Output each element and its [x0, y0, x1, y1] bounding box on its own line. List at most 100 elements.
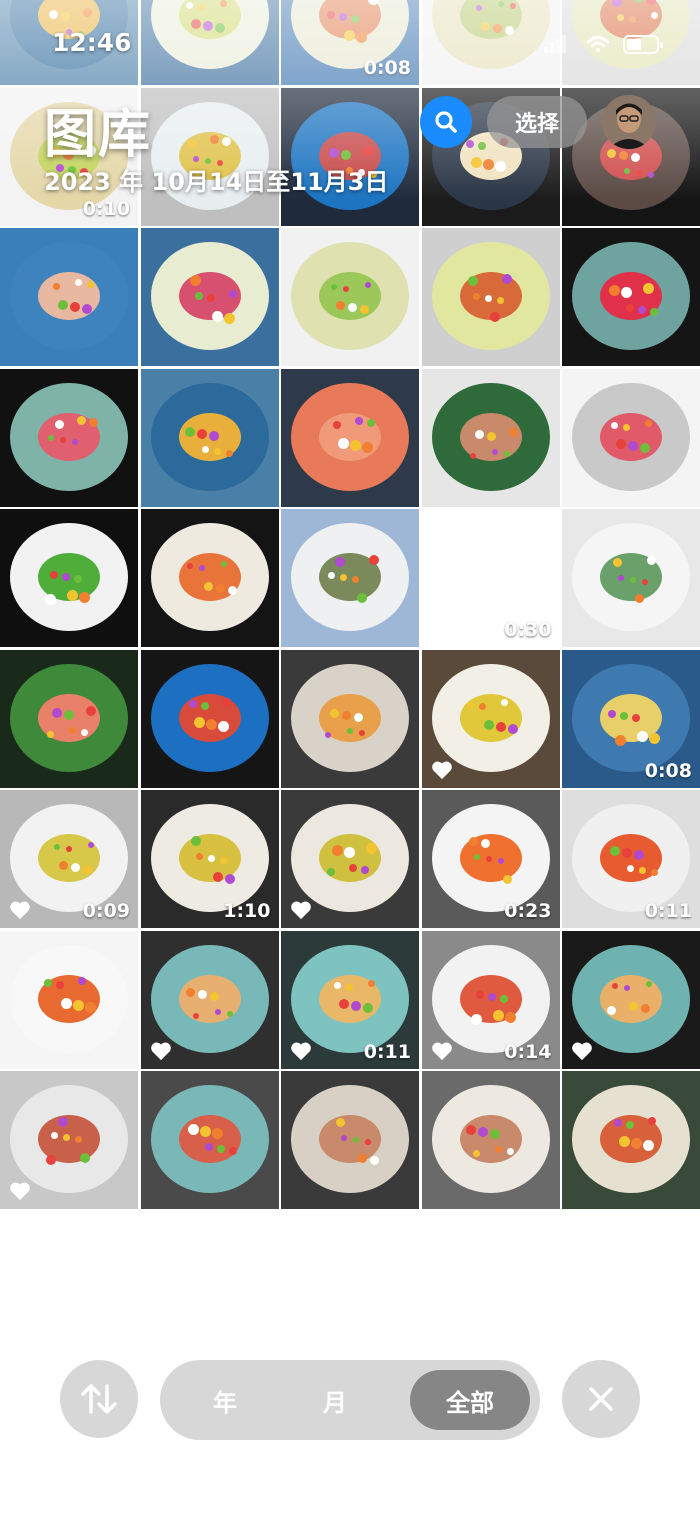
garnish [499, 994, 508, 1003]
photo-thumbnail[interactable] [281, 1071, 419, 1209]
photo-thumbnail[interactable] [562, 228, 700, 366]
garnish [620, 711, 628, 720]
garnish [197, 4, 205, 11]
photo-thumbnail[interactable]: 0:08 [562, 649, 700, 788]
search-button[interactable] [420, 96, 472, 148]
photo-thumbnail[interactable] [421, 0, 560, 85]
photo-thumbnail[interactable] [421, 1071, 560, 1209]
photo-thumbnail[interactable]: 1:10 [140, 790, 279, 928]
garnish [640, 442, 650, 453]
garnish [353, 1137, 359, 1143]
photo-thumbnail[interactable] [562, 368, 700, 507]
garnish [477, 1127, 488, 1137]
photo-thumbnail[interactable]: 0:11 [562, 790, 700, 928]
garnish [209, 991, 219, 1001]
photo-thumbnail[interactable] [0, 368, 138, 507]
garnish [187, 1124, 199, 1135]
photo-thumbnail[interactable] [421, 649, 560, 788]
garnish [83, 8, 92, 17]
garnish [192, 155, 199, 162]
garnish [205, 718, 217, 730]
garnish [354, 712, 363, 722]
garnish [465, 1125, 476, 1135]
garnish [472, 1150, 480, 1157]
sort-button[interactable] [60, 1360, 138, 1438]
photo-thumbnail[interactable] [140, 0, 279, 85]
garnish [223, 313, 235, 324]
food [459, 553, 522, 601]
segment-all[interactable]: 全部 [410, 1370, 530, 1430]
photo-thumbnail[interactable] [281, 368, 419, 507]
photo-thumbnail[interactable] [281, 649, 419, 788]
photo-thumbnail[interactable] [140, 1071, 279, 1209]
photo-thumbnail[interactable] [562, 1071, 700, 1209]
garnish [188, 699, 197, 708]
garnish [629, 1001, 638, 1011]
garnish [336, 301, 345, 310]
photo-thumbnail[interactable] [140, 368, 279, 507]
garnish [85, 1001, 96, 1013]
photo-thumbnail[interactable]: 0:14 [421, 930, 560, 1069]
close-button[interactable] [562, 1360, 640, 1438]
segment-month[interactable]: 月 [280, 1360, 390, 1440]
garnish [344, 847, 355, 858]
photo-thumbnail[interactable]: 0:09 [0, 790, 138, 928]
photo-thumbnail[interactable] [140, 649, 279, 788]
garnish [334, 981, 341, 989]
garnish [216, 1145, 225, 1153]
select-button[interactable]: 选择 [487, 96, 587, 148]
home-indicator[interactable] [227, 1489, 473, 1497]
garnish [638, 306, 646, 314]
segment-year[interactable]: 年 [170, 1360, 280, 1440]
photo-thumbnail[interactable] [140, 87, 279, 226]
garnish [617, 14, 624, 21]
photo-thumbnail[interactable] [281, 509, 419, 647]
garnish [211, 311, 223, 322]
photo-thumbnail[interactable]: 0:30 [421, 509, 560, 647]
photo-thumbnail[interactable] [0, 228, 138, 366]
photo-thumbnail[interactable] [0, 649, 138, 788]
garnish [206, 294, 215, 302]
photo-thumbnail[interactable] [140, 930, 279, 1069]
garnish [330, 708, 339, 718]
garnish [332, 845, 343, 856]
garnish [477, 141, 486, 150]
photo-thumbnail[interactable] [140, 228, 279, 366]
garnish [618, 575, 624, 581]
garnish [628, 440, 638, 451]
garnish [212, 872, 223, 882]
garnish [470, 1013, 482, 1025]
photo-thumbnail[interactable] [281, 87, 419, 226]
garnish [351, 1000, 361, 1011]
garnish [362, 441, 373, 453]
garnish [224, 874, 235, 884]
photo-thumbnail[interactable] [562, 930, 700, 1069]
photo-thumbnail[interactable] [0, 930, 138, 1069]
photo-thumbnail[interactable] [0, 1071, 138, 1209]
garnish [475, 5, 482, 11]
photo-thumbnail[interactable] [140, 509, 279, 647]
photo-thumbnail[interactable] [0, 509, 138, 647]
battery-icon [623, 35, 663, 54]
garnish [641, 1003, 650, 1013]
photo-thumbnail[interactable] [421, 228, 560, 366]
garnish [504, 26, 514, 35]
garnish [327, 11, 335, 19]
avatar[interactable] [602, 95, 656, 149]
photo-thumbnail[interactable] [281, 228, 419, 366]
photo-thumbnail[interactable]: 0:23 [421, 790, 560, 928]
video-duration: 0:08 [363, 57, 411, 79]
garnish [363, 145, 373, 156]
garnish [196, 428, 207, 439]
garnish [483, 719, 494, 730]
garnish [343, 286, 349, 292]
photo-thumbnail[interactable] [562, 509, 700, 647]
food [178, 693, 241, 742]
photo-thumbnail[interactable] [421, 368, 560, 507]
photo-thumbnail[interactable] [281, 790, 419, 928]
food [459, 1115, 522, 1163]
video-duration: 0:11 [644, 900, 692, 922]
garnish [612, 982, 618, 989]
photo-thumbnail[interactable]: 0:11 [281, 930, 419, 1069]
photo-thumbnail[interactable]: 0:08 [281, 0, 419, 85]
